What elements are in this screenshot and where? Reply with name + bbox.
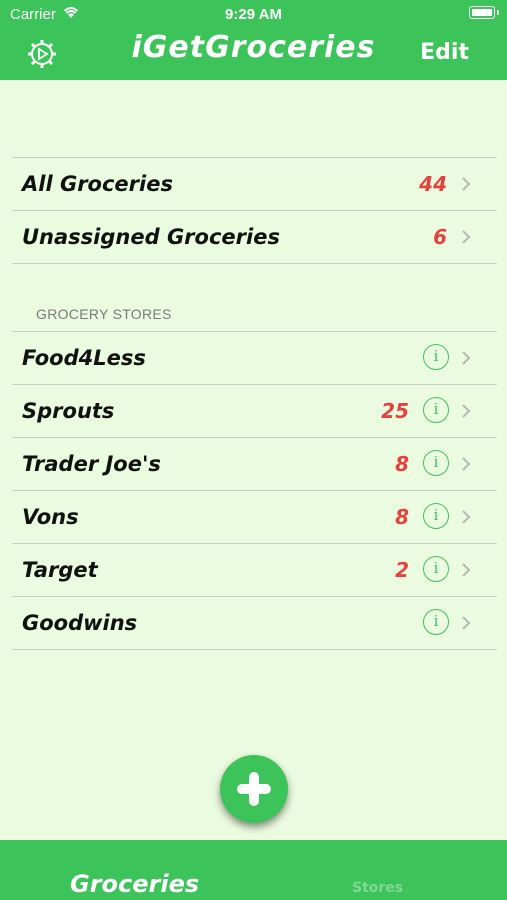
stores-list: Food4Less i Sprouts 25 i Trader Joe's 8 … — [12, 331, 497, 650]
add-button[interactable] — [220, 755, 288, 823]
row-label: Trader Joe's — [22, 452, 161, 476]
list-item-store[interactable]: Goodwins i — [12, 597, 497, 650]
row-label: Target — [22, 558, 98, 582]
row-label: Goodwins — [22, 611, 138, 635]
row-count: 44 — [419, 172, 447, 196]
tab-groceries[interactable]: Groceries — [70, 870, 199, 898]
list-item-store[interactable]: Food4Less i — [12, 332, 497, 385]
battery-icon — [469, 6, 499, 19]
list-item-store[interactable]: Trader Joe's 8 i — [12, 438, 497, 491]
row-count: 25 — [381, 399, 409, 423]
chevron-right-icon — [461, 229, 471, 245]
chevron-right-icon — [461, 403, 471, 419]
info-icon[interactable]: i — [423, 344, 449, 370]
row-label: Vons — [22, 505, 79, 529]
tab-bar: Groceries Stores — [0, 840, 507, 900]
list-item-store[interactable]: Target 2 i — [12, 544, 497, 597]
row-label: Unassigned Groceries — [22, 225, 280, 249]
info-icon[interactable]: i — [423, 397, 449, 423]
tab-stores[interactable]: Stores — [352, 880, 403, 896]
list-item-store[interactable]: Vons 8 i — [12, 491, 497, 544]
row-count: 2 — [395, 558, 409, 582]
list-item-unassigned-groceries[interactable]: Unassigned Groceries 6 — [12, 211, 497, 264]
list-item-all-groceries[interactable]: All Groceries 44 — [12, 158, 497, 211]
chevron-right-icon — [461, 456, 471, 472]
row-label: Sprouts — [22, 399, 115, 423]
chevron-right-icon — [461, 509, 471, 525]
info-icon[interactable]: i — [423, 450, 449, 476]
chevron-right-icon — [461, 350, 471, 366]
chevron-right-icon — [461, 176, 471, 192]
chevron-right-icon — [461, 562, 471, 578]
row-count: 6 — [433, 225, 447, 249]
section-header-grocery-stores: GROCERY STORES — [36, 306, 172, 322]
summary-list: All Groceries 44 Unassigned Groceries 6 — [12, 157, 497, 264]
nav-bar: Carrier 9:29 AM iGetGroceries Edit — [0, 0, 507, 80]
info-icon[interactable]: i — [423, 503, 449, 529]
chevron-right-icon — [461, 615, 471, 631]
list-item-store[interactable]: Sprouts 25 i — [12, 385, 497, 438]
row-label: All Groceries — [22, 172, 173, 196]
edit-button[interactable]: Edit — [420, 40, 469, 65]
info-icon[interactable]: i — [423, 556, 449, 582]
row-label: Food4Less — [22, 346, 146, 370]
row-count: 8 — [395, 452, 409, 476]
status-bar: Carrier 9:29 AM — [0, 0, 507, 28]
row-count: 8 — [395, 505, 409, 529]
info-icon[interactable]: i — [423, 609, 449, 635]
status-time: 9:29 AM — [225, 6, 282, 23]
plus-icon — [237, 772, 271, 806]
